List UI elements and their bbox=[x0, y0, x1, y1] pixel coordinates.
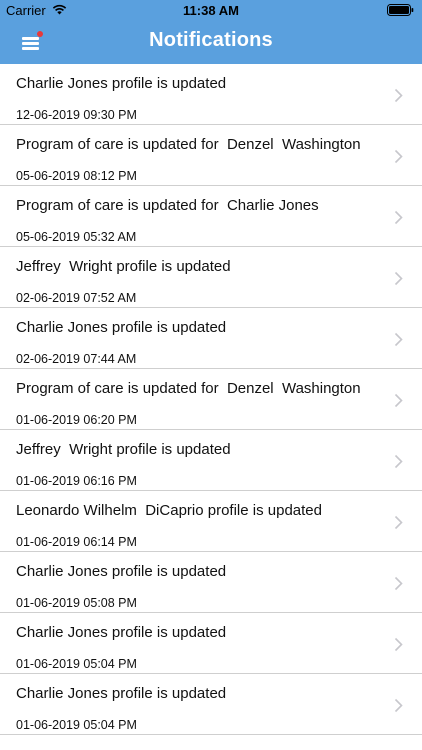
notification-row[interactable]: Leonardo Wilhelm DiCaprio profile is upd… bbox=[0, 491, 422, 552]
notification-row[interactable]: Charlie Jones profile is updated 01-06-20… bbox=[0, 613, 422, 674]
notification-timestamp: 01-06-2019 06:14 PM bbox=[16, 535, 137, 549]
notification-title: Jeffrey Wright profile is updated bbox=[16, 258, 231, 275]
chevron-right-icon bbox=[394, 454, 403, 469]
notification-title: Charlie Jones profile is updated bbox=[16, 624, 227, 641]
notification-row[interactable]: Charlie Jones profile is updated 12-06-20… bbox=[0, 64, 422, 125]
page-title: Notifications bbox=[149, 29, 273, 51]
notification-title: Leonardo Wilhelm DiCaprio profile is upd… bbox=[16, 502, 322, 519]
notification-row[interactable]: Charlie Jones profile is updated 01-06-20… bbox=[0, 674, 422, 735]
notification-list[interactable]: Charlie Jones profile is updated 12-06-20… bbox=[0, 64, 422, 750]
chevron-right-icon bbox=[394, 698, 403, 713]
notification-timestamp: 01-06-2019 06:20 PM bbox=[16, 413, 137, 427]
notification-title: Jeffrey Wright profile is updated bbox=[16, 441, 231, 458]
notification-row[interactable]: Charlie Jones profile is updated 02-06-20… bbox=[0, 308, 422, 369]
notification-title: Charlie Jones profile is updated bbox=[16, 563, 227, 580]
notification-timestamp: 01-06-2019 05:04 PM bbox=[16, 657, 137, 671]
notification-timestamp: 02-06-2019 07:52 AM bbox=[16, 291, 137, 305]
chevron-right-icon bbox=[394, 271, 403, 286]
notification-title: Charlie Jones profile is updated bbox=[16, 319, 227, 336]
status-bar: Carrier 11:38 AM bbox=[0, 0, 422, 22]
notification-title: Program of care is updated for Denzel Wa… bbox=[16, 380, 361, 397]
notification-row[interactable]: Jeffrey Wright profile is updated 02-06-2… bbox=[0, 247, 422, 308]
chevron-right-icon bbox=[394, 637, 403, 652]
notification-row[interactable]: Jeffrey Wright profile is updated 01-06-2… bbox=[0, 430, 422, 491]
notification-row[interactable]: Program of care is updated for Charlie J… bbox=[0, 186, 422, 247]
notification-title: Program of care is updated for Denzel Wa… bbox=[16, 136, 361, 153]
notification-row[interactable]: Program of care is updated for Denzel Wa… bbox=[0, 369, 422, 430]
notification-title: Charlie Jones profile is updated bbox=[16, 75, 227, 92]
chevron-right-icon bbox=[394, 332, 403, 347]
clock: 11:38 AM bbox=[183, 3, 239, 18]
notification-timestamp: 01-06-2019 05:08 PM bbox=[16, 596, 137, 610]
header: Carrier 11:38 AM Notifications bbox=[0, 0, 422, 64]
chevron-right-icon bbox=[394, 393, 403, 408]
notification-timestamp: 05-06-2019 08:12 PM bbox=[16, 169, 137, 183]
chevron-right-icon bbox=[394, 515, 403, 530]
chevron-right-icon bbox=[394, 88, 403, 103]
notification-title: Program of care is updated for Charlie J… bbox=[16, 197, 319, 214]
chevron-right-icon bbox=[394, 149, 403, 164]
notification-timestamp: 02-06-2019 07:44 AM bbox=[16, 352, 137, 366]
notification-timestamp: 01-06-2019 05:04 PM bbox=[16, 718, 137, 732]
battery-icon bbox=[387, 4, 414, 16]
notification-row[interactable]: Program of care is updated for Denzel Wa… bbox=[0, 125, 422, 186]
notification-timestamp: 05-06-2019 05:32 AM bbox=[16, 230, 137, 244]
notification-title: Charlie Jones profile is updated bbox=[16, 685, 227, 702]
notification-row[interactable]: Charlie Jones profile is updated 01-06-20… bbox=[0, 552, 422, 613]
notification-timestamp: 12-06-2019 09:30 PM bbox=[16, 108, 137, 122]
chevron-right-icon bbox=[394, 576, 403, 591]
nav-bar: Notifications bbox=[0, 20, 422, 64]
notification-timestamp: 01-06-2019 06:16 PM bbox=[16, 474, 137, 488]
chevron-right-icon bbox=[394, 210, 403, 225]
